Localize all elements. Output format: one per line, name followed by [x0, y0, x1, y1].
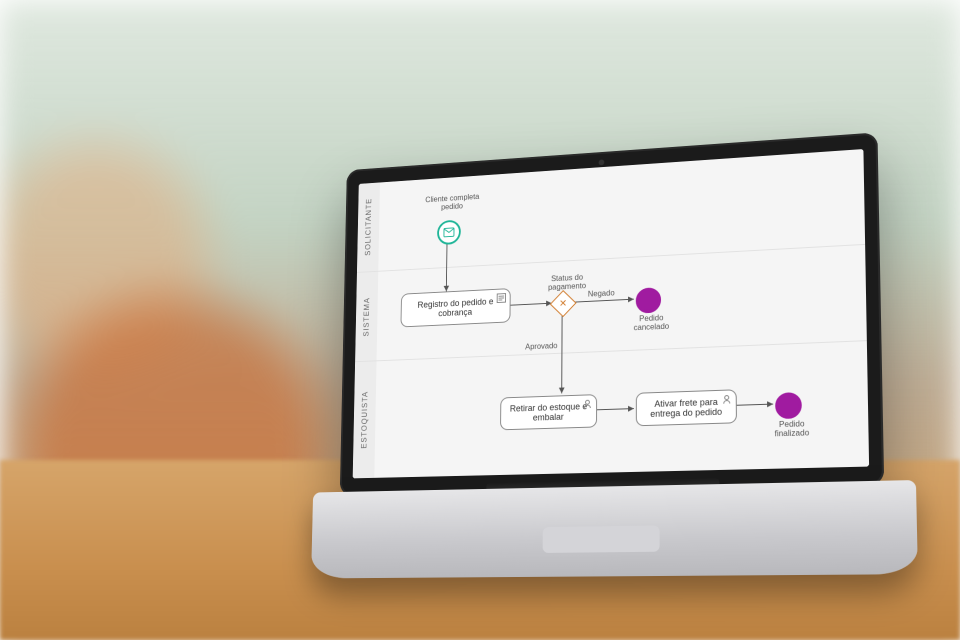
task-registro-label: Registro do pedido e cobrança: [407, 296, 504, 320]
task-retirar-embalar: Retirar do estoque e embalar: [500, 394, 597, 430]
end-event-finalizado-label: Pedido finalizado: [761, 419, 823, 439]
end-event-cancelado-label: Pedido cancelado: [622, 313, 680, 333]
laptop-screen: SOLICITANTE SISTEMA ESTOQUISTA: [353, 149, 869, 478]
task-retirar-label: Retirar do estoque e embalar: [507, 401, 591, 423]
flow-label-negado: Negado: [588, 289, 615, 299]
laptop-bezel: SOLICITANTE SISTEMA ESTOQUISTA: [340, 132, 884, 495]
task-ativar-frete: Ativar frete para entrega do pedido: [636, 389, 737, 426]
task-ativar-label: Ativar frete para entrega do pedido: [643, 396, 730, 419]
lane-header-estoquista: ESTOQUISTA: [353, 361, 377, 478]
user-task-icon: [497, 293, 506, 303]
bpmn-diagram: SOLICITANTE SISTEMA ESTOQUISTA: [353, 149, 869, 478]
user-task-icon: [583, 399, 593, 409]
user-task-icon: [722, 394, 732, 404]
flow-label-aprovado: Aprovado: [525, 341, 557, 351]
lane-header-sistema: SISTEMA: [355, 272, 378, 362]
task-registro-cobranca: Registro do pedido e cobrança: [400, 288, 510, 327]
laptop-mockup: SOLICITANTE SISTEMA ESTOQUISTA: [338, 128, 950, 563]
laptop-keyboard: [311, 480, 918, 578]
lane-header-solicitante: SOLICITANTE: [357, 182, 380, 272]
